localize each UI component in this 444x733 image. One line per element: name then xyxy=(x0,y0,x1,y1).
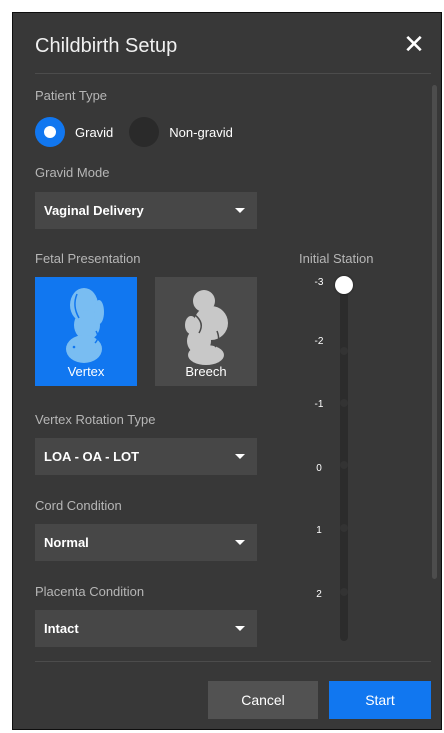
station-tick-label: 1 xyxy=(316,525,322,536)
station-tick-label: -3 xyxy=(314,277,324,288)
station-tick-label: -1 xyxy=(314,399,324,410)
gravid-mode-label: Gravid Mode xyxy=(35,165,110,180)
slider-tick xyxy=(340,399,348,407)
presentation-vertex-label: Vertex xyxy=(67,364,105,379)
radio-gravid[interactable]: Gravid xyxy=(35,117,113,147)
fetus-vertex-icon xyxy=(66,288,104,363)
radio-gravid-label: Gravid xyxy=(75,124,114,140)
fetus-breech-icon xyxy=(185,290,228,365)
dialog-title: Childbirth Setup xyxy=(35,35,178,57)
initial-station-slider-thumb[interactable] xyxy=(335,276,353,294)
patient-type-label: Patient Type xyxy=(35,88,108,103)
header-divider xyxy=(35,73,431,74)
presentation-breech-tile[interactable]: Breech xyxy=(155,277,257,386)
radio-non-gravid-label: Non-gravid xyxy=(169,124,233,140)
chevron-down-icon xyxy=(235,208,245,213)
childbirth-setup-dialog: Childbirth Setup ✕ Patient Type Gravid N… xyxy=(12,12,442,730)
slider-tick xyxy=(340,461,348,469)
start-button[interactable]: Start xyxy=(329,681,431,719)
station-tick-label: -2 xyxy=(314,336,324,347)
placenta-condition-label: Placenta Condition xyxy=(35,584,145,599)
radio-selected-icon xyxy=(35,117,65,147)
chevron-down-icon xyxy=(235,626,245,631)
station-tick-label: 0 xyxy=(316,463,322,474)
chevron-down-icon xyxy=(235,454,245,459)
gravid-mode-value: Vaginal Delivery xyxy=(44,203,144,218)
slider-tick xyxy=(340,588,348,596)
placenta-condition-value: Intact xyxy=(44,621,79,636)
footer-divider xyxy=(35,661,431,662)
station-tick-label: 2 xyxy=(316,589,322,600)
radio-non-gravid[interactable]: Non-gravid xyxy=(129,117,233,147)
cord-condition-value: Normal xyxy=(44,535,89,550)
slider-tick xyxy=(340,347,348,355)
cord-condition-select[interactable]: Normal xyxy=(35,524,257,561)
chevron-down-icon xyxy=(235,540,245,545)
vertex-rotation-label: Vertex Rotation Type xyxy=(35,412,156,427)
presentation-vertex-tile[interactable]: Vertex xyxy=(35,277,137,386)
scrollbar[interactable] xyxy=(432,85,437,579)
gravid-mode-select[interactable]: Vaginal Delivery xyxy=(35,192,257,229)
close-icon[interactable]: ✕ xyxy=(403,31,425,57)
vertex-rotation-value: LOA - OA - LOT xyxy=(44,449,140,464)
presentation-breech-label: Breech xyxy=(185,364,227,379)
initial-station-label: Initial Station xyxy=(299,251,374,266)
radio-unselected-icon xyxy=(129,117,160,147)
cord-condition-label: Cord Condition xyxy=(35,498,122,513)
placenta-condition-select[interactable]: Intact xyxy=(35,610,257,647)
fetal-presentation-label: Fetal Presentation xyxy=(35,251,141,266)
patient-type-radio-group: Gravid Non-gravid xyxy=(35,117,233,147)
cancel-button[interactable]: Cancel xyxy=(208,681,318,719)
slider-tick xyxy=(340,524,348,532)
vertex-rotation-select[interactable]: LOA - OA - LOT xyxy=(35,438,257,475)
